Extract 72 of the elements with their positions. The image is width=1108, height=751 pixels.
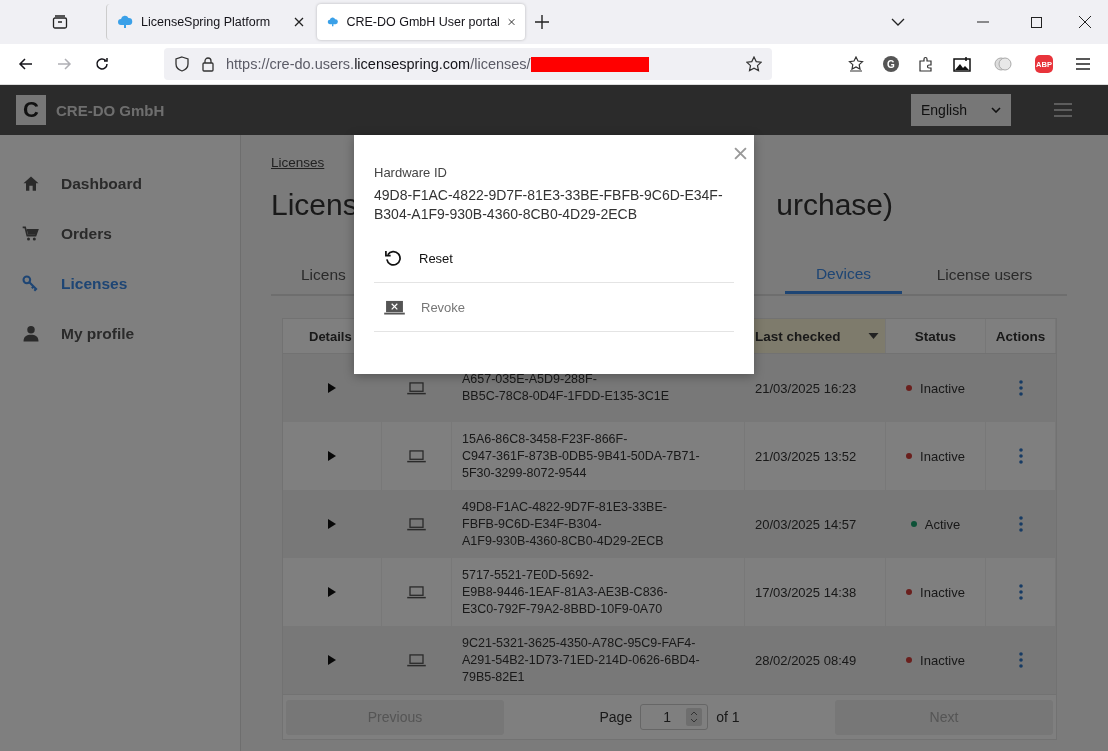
expand-arrow-icon[interactable] bbox=[328, 451, 336, 461]
expand-arrow-icon[interactable] bbox=[328, 383, 336, 393]
page-input[interactable]: 1 bbox=[640, 704, 709, 730]
laptop-icon bbox=[407, 653, 426, 667]
image-icon[interactable] bbox=[953, 56, 971, 72]
more-options-icon[interactable] bbox=[1018, 584, 1023, 600]
status-text: Active bbox=[924, 516, 961, 532]
browser-tab[interactable]: LicenseSpring Platform bbox=[106, 4, 314, 40]
company-name: CRE-DO GmbH bbox=[56, 101, 165, 119]
sort-caret-icon bbox=[868, 333, 879, 339]
sidebar-item[interactable]: Dashboard bbox=[0, 159, 240, 209]
breadcrumb-link[interactable]: Licenses bbox=[271, 155, 325, 170]
tab[interactable]: License users bbox=[902, 256, 1067, 294]
column-header[interactable]: Status bbox=[886, 319, 986, 353]
page-title: Licens bbox=[271, 188, 358, 222]
sidebar-item[interactable]: Orders bbox=[0, 209, 240, 259]
tab[interactable]: Devices bbox=[785, 256, 902, 294]
laptop-icon bbox=[407, 381, 426, 395]
page-count: of 1 bbox=[716, 709, 740, 725]
spinner-icon[interactable] bbox=[686, 708, 703, 726]
table-cell: 20/03/2025 14:57 bbox=[745, 490, 886, 558]
page-label: Page bbox=[599, 709, 633, 725]
laptop-icon bbox=[407, 585, 426, 599]
home-icon bbox=[21, 174, 41, 194]
browser-tab[interactable]: CRE-DO GmbH User portal bbox=[317, 4, 525, 40]
maximize-icon[interactable] bbox=[1031, 16, 1042, 28]
puzzle-icon[interactable] bbox=[918, 56, 934, 72]
table-cell: 28/02/2025 08:49 bbox=[745, 626, 886, 694]
language-select[interactable]: English bbox=[911, 94, 1011, 126]
reload-icon[interactable] bbox=[94, 56, 110, 72]
sidebar-item[interactable]: Licenses bbox=[0, 259, 240, 309]
url-text: https://cre-do.users.licensespring.com/licenses/ bbox=[226, 56, 531, 72]
reset-icon bbox=[384, 248, 403, 268]
expand-arrow-icon[interactable] bbox=[328, 587, 336, 597]
star-list-icon[interactable] bbox=[848, 56, 864, 72]
tab-list-icon[interactable] bbox=[52, 14, 68, 30]
page-title: urchase) bbox=[776, 188, 893, 222]
laptop-icon bbox=[407, 517, 426, 531]
close-icon[interactable] bbox=[1079, 16, 1091, 28]
chevron-down-icon[interactable] bbox=[891, 18, 905, 26]
address-bar[interactable]: https://cre-do.users.licensespring.com/licenses/ bbox=[164, 48, 772, 80]
more-options-icon[interactable] bbox=[1018, 516, 1023, 532]
more-options-icon[interactable] bbox=[1018, 652, 1023, 668]
more-options-icon[interactable] bbox=[1018, 448, 1023, 464]
close-icon[interactable] bbox=[294, 17, 304, 27]
new-tab-icon[interactable] bbox=[535, 15, 549, 29]
lock-icon bbox=[200, 56, 216, 72]
logo: C bbox=[16, 95, 46, 125]
status-text: Inactive bbox=[920, 380, 965, 396]
sidebar-item[interactable]: My profile bbox=[0, 309, 240, 359]
star-icon[interactable] bbox=[746, 56, 762, 72]
back-arrow-icon[interactable] bbox=[18, 56, 34, 72]
status-text: Inactive bbox=[920, 584, 965, 600]
status-text: Inactive bbox=[920, 448, 965, 464]
menu-item[interactable]: Reset bbox=[374, 234, 734, 283]
hardware-id-text: 49D8-F1AC-4822-9D7F-81E3-33BE-FBFB-9C6D-E34F- B304-A1F9-930B-4360-8CB0-4D29-2ECB bbox=[374, 186, 724, 224]
person-icon bbox=[21, 324, 41, 344]
expand-arrow-icon[interactable] bbox=[328, 519, 336, 529]
field-label: Hardware ID bbox=[374, 165, 448, 180]
table-cell: 9C21-5321-3625-4350-A78C-95C9-FAF4- A291-54B2-1D73-71ED-214D-0626-6BD4- 79B5-82E1 bbox=[452, 626, 745, 694]
extension-icon[interactable]: G bbox=[883, 56, 899, 72]
shield-icon bbox=[174, 56, 190, 72]
chevron-down-icon bbox=[991, 107, 1001, 113]
expand-arrow-icon[interactable] bbox=[328, 655, 336, 665]
more-options-icon[interactable] bbox=[1018, 380, 1023, 396]
table-cell: 49D8-F1AC-4822-9D7F-81E3-33BE- FBFB-9C6D-E34F-B304- A1F9-930B-4360-8CB0-4D29-2ECB bbox=[452, 490, 745, 558]
menu-icon[interactable] bbox=[1076, 58, 1090, 70]
laptop-icon bbox=[407, 449, 426, 463]
status-text: Inactive bbox=[920, 652, 965, 668]
cloud-icon bbox=[117, 14, 133, 30]
laptop-x-icon bbox=[384, 299, 405, 315]
column-header[interactable]: Actions bbox=[986, 319, 1056, 353]
